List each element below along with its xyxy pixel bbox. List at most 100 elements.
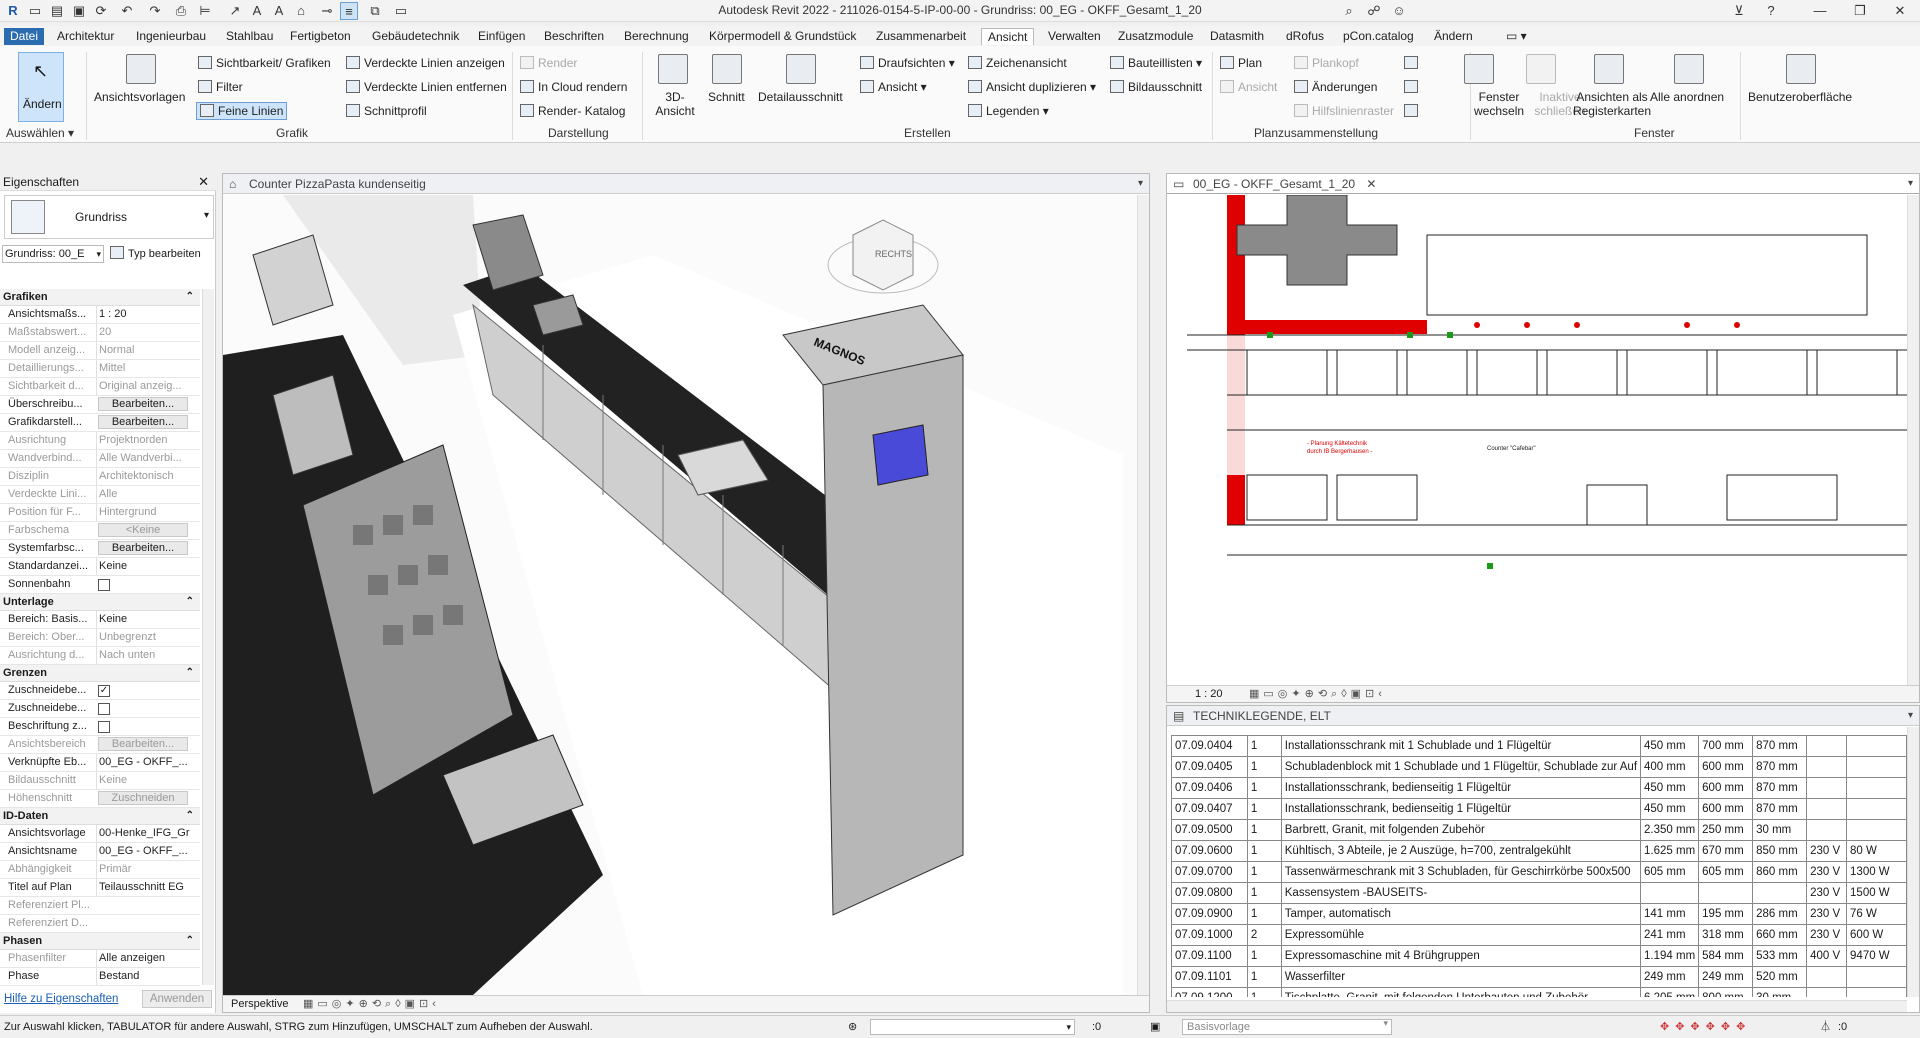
floor-plan-drawing[interactable]: - Planung Kältetechnik durch IB Bergerha… (1167, 195, 1907, 685)
guide-grid-button[interactable]: Hilfslinienraster (1294, 104, 1394, 118)
schedule-cell[interactable]: Tischplatte, Granit, mit folgenden Unter… (1280, 987, 1642, 997)
switch-windows-button[interactable]: Fenster wechseln (1474, 90, 1524, 118)
schedule-cell[interactable]: Tassenwärmeschrank mit 3 Schubladen, für… (1280, 861, 1642, 883)
selection-toggle-icons[interactable]: ✥✥✥✥✥✥ (1660, 1016, 1751, 1038)
tab-beschriften[interactable]: Beschriften (538, 28, 610, 45)
schedule-cell[interactable] (1698, 882, 1754, 904)
schedule-cell[interactable] (1806, 798, 1848, 820)
design-option-dropdown[interactable]: Basisvorlage ▾ (1182, 1018, 1392, 1035)
tab-koerpermodell[interactable]: Körpermodell & Grundstück (703, 28, 862, 45)
schedule-cell[interactable]: 1 (1246, 777, 1282, 799)
tab-aendern[interactable]: Ändern (1428, 28, 1479, 45)
schedule-cell[interactable]: 1 (1246, 966, 1282, 988)
schedule-cell[interactable]: 230 V (1806, 924, 1848, 946)
prop-row[interactable]: Sichtbarkeit d... Original anzeig... (0, 378, 200, 396)
schedule-cell[interactable]: 07.09.1101 (1171, 966, 1248, 988)
schedule-cell[interactable]: 30 mm (1752, 819, 1808, 841)
schedule-cell[interactable]: 870 mm (1752, 756, 1808, 778)
schedule-cell[interactable]: 605 mm (1640, 861, 1700, 883)
schedule-cell[interactable]: 249 mm (1698, 966, 1754, 988)
render-gallery-button[interactable]: Render- Katalog (520, 104, 625, 118)
schedule-cell[interactable]: 30 mm (1752, 987, 1808, 997)
minimize-button[interactable]: — (1800, 0, 1840, 22)
schedule-cell[interactable]: 1 (1246, 735, 1282, 757)
tile-views-button[interactable]: Alle anordnen (1650, 90, 1724, 104)
schedule-cell[interactable]: 07.09.1200 (1171, 987, 1248, 997)
section-grenzen[interactable]: Grenzen ⌃ (0, 665, 200, 682)
schedule-cell[interactable]: 249 mm (1640, 966, 1700, 988)
schedule-cell[interactable]: 870 mm (1752, 735, 1808, 757)
prop-row[interactable]: Disziplin Architektonisch (0, 468, 200, 486)
schedule-row[interactable]: 07.09.1100 1 Expressomaschine mit 4 Brühgr… (1171, 945, 1907, 967)
prop-row[interactable]: Verknüpfte Eb... 00_EG - OKFF_... (0, 754, 200, 772)
schedule-cell[interactable]: 07.09.0407 (1171, 798, 1248, 820)
workset-dropdown[interactable]: ▾ (870, 1019, 1075, 1035)
elevation-button[interactable]: Ansicht ▾ (860, 80, 927, 94)
schedule-row[interactable]: 07.09.1000 2 Expressomühle 241 mm 318 mm 660 … (1171, 924, 1907, 946)
checkbox-checked[interactable]: ✓ (98, 685, 110, 697)
view-3d[interactable]: ⌂ Counter PizzaPasta kundenseitig ▾ MAGN… (222, 173, 1150, 1013)
schedule-cell[interactable]: Tamper, automatisch (1280, 903, 1642, 925)
plan-view-tab[interactable]: ▭ 00_EG - OKFF_Gesamt_1_20 ✕ ▾ (1167, 174, 1919, 194)
schedule-cell[interactable]: 80 W (1846, 840, 1907, 862)
3d-view-button[interactable]: 3D- Ansicht (654, 90, 696, 118)
schedule-tab[interactable]: ▤ TECHNIKLEGENDE, ELT ▾ (1167, 706, 1919, 726)
schedule-cell[interactable]: 1 (1246, 861, 1282, 883)
schedule-cell[interactable]: 07.09.0600 (1171, 840, 1248, 862)
schedule-row[interactable]: 07.09.0407 1 Installationsschrank, bediens… (1171, 798, 1907, 820)
prop-row[interactable]: Systemfarbsc... Bearbeiten... (0, 540, 200, 558)
prop-row[interactable]: Detaillierungs... Mittel (0, 360, 200, 378)
schedule-cell[interactable] (1806, 966, 1848, 988)
schedule-cell[interactable]: 600 W (1846, 924, 1907, 946)
editable-only-icon[interactable]: ▣ (1150, 1016, 1160, 1038)
prop-row[interactable]: Bereich: Ober... Unbegrenzt (0, 629, 200, 647)
schedule-cell[interactable] (1846, 756, 1907, 778)
edit-button[interactable]: Bearbeiten... (98, 541, 188, 555)
section-grafiken[interactable]: Grafiken ⌃ (0, 289, 200, 306)
close-button[interactable]: ✕ (1880, 0, 1920, 22)
schedule-cell[interactable]: 1 (1246, 945, 1282, 967)
drafting-view-button[interactable]: Zeichenansicht (968, 56, 1067, 70)
visibility-graphics-button[interactable]: Sichtbarkeit/ Grafiken (198, 56, 331, 70)
tab-verwalten[interactable]: Verwalten (1042, 28, 1107, 45)
schedule-cell[interactable]: 07.09.0405 (1171, 756, 1248, 778)
schedule-cell[interactable]: 141 mm (1640, 903, 1700, 925)
view-plan[interactable]: ▭ 00_EG - OKFF_Gesamt_1_20 ✕ ▾ - Planung… (1166, 173, 1920, 703)
schedule-cell[interactable]: 605 mm (1698, 861, 1754, 883)
schedules-button[interactable]: Bauteillisten ▾ (1110, 56, 1202, 70)
cut-profile-button[interactable]: Schnittprofil (346, 104, 427, 118)
prop-row[interactable]: Ausrichtung Projektnorden (0, 432, 200, 450)
schedule-cell[interactable] (1806, 756, 1848, 778)
edit-button[interactable]: Bearbeiten... (98, 415, 188, 429)
schedule-cell[interactable]: Installationsschrank, bedienseitig 1 Flü… (1280, 798, 1642, 820)
scope-box-button[interactable]: Bildausschnitt (1110, 80, 1202, 94)
checkbox[interactable] (98, 721, 110, 733)
schedule-cell[interactable]: Barbrett, Granit, mit folgenden Zubehör (1280, 819, 1642, 841)
schedule-cell[interactable]: 850 mm (1752, 840, 1808, 862)
schedule-view[interactable]: ▤ TECHNIKLEGENDE, ELT ▾ 07.09.0404 1 Insta… (1166, 705, 1920, 1013)
legends-button[interactable]: Legenden ▾ (968, 104, 1049, 118)
prop-row[interactable]: Beschriftung z... (0, 718, 200, 736)
filter-icon[interactable]: ⏃ (1820, 1016, 1831, 1038)
schedule-cell[interactable] (1640, 882, 1700, 904)
prop-row[interactable]: Überschreibu... Bearbeiten... (0, 396, 200, 414)
thin-lines-button[interactable]: Feine Linien (196, 102, 288, 120)
prop-row[interactable]: Bildausschnitt Keine (0, 772, 200, 790)
cart-icon[interactable]: ⊻ (1730, 2, 1748, 20)
schedule-cell[interactable]: 1.194 mm (1640, 945, 1700, 967)
view-3d-tab[interactable]: ⌂ Counter PizzaPasta kundenseitig ▾ (223, 174, 1149, 194)
revisions-button[interactable]: Änderungen (1294, 80, 1377, 94)
schedule-cell[interactable]: 584 mm (1698, 945, 1754, 967)
schedule-cell[interactable] (1806, 777, 1848, 799)
user-interface-button[interactable]: Benutzeroberfläche (1748, 90, 1852, 104)
prop-row[interactable]: Position für F... Hintergrund (0, 504, 200, 522)
schedule-row[interactable]: 07.09.0406 1 Installationsschrank, bediens… (1171, 777, 1907, 799)
schedule-cell[interactable]: 76 W (1846, 903, 1907, 925)
schedule-cell[interactable]: 450 mm (1640, 798, 1700, 820)
schedule-cell[interactable]: 07.09.0404 (1171, 735, 1248, 757)
tab-berechnung[interactable]: Berechnung (618, 28, 695, 45)
prop-row[interactable]: Ausrichtung d... Nach unten (0, 647, 200, 665)
schedule-cell[interactable]: 870 mm (1752, 777, 1808, 799)
schedule-cell[interactable]: 6.205 mm (1640, 987, 1700, 997)
schedule-cell[interactable]: Expressomühle (1280, 924, 1642, 946)
